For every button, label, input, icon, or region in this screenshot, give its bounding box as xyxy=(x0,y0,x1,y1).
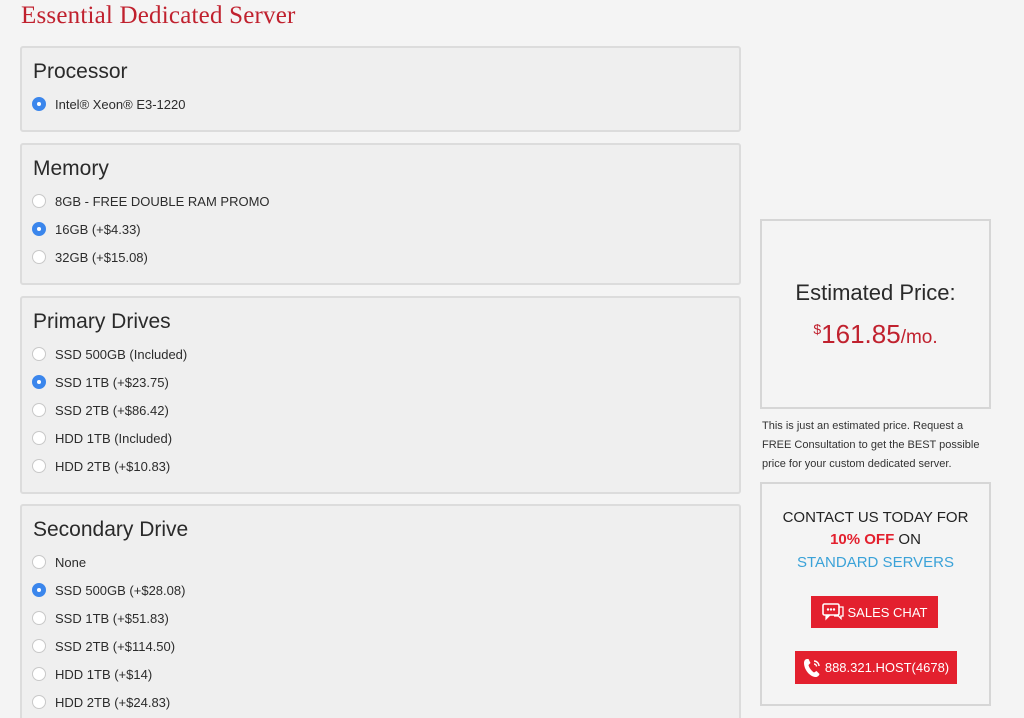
option-label: 16GB (+$4.33) xyxy=(55,221,141,237)
contact-line-1: CONTACT US TODAY FOR xyxy=(782,509,969,526)
chat-bubble-icon xyxy=(821,603,844,621)
option-label: HDD 1TB (Included) xyxy=(55,430,173,446)
memory-option[interactable]: 8GB - FREE DOUBLE RAM PROMO xyxy=(32,191,270,211)
secondary-drive-option[interactable]: None xyxy=(32,552,86,572)
primary-drives-section: Primary Drives SSD 500GB (Included) SSD … xyxy=(20,296,741,494)
primary-drives-title: Primary Drives xyxy=(33,310,171,333)
option-label: HDD 2TB (+$10.83) xyxy=(55,458,171,474)
option-label: HDD 1TB (+$14) xyxy=(55,666,153,682)
memory-option[interactable]: 16GB (+$4.33) xyxy=(32,219,141,239)
memory-title: Memory xyxy=(33,157,109,180)
radio-button[interactable] xyxy=(32,667,46,681)
radio-button[interactable] xyxy=(32,611,46,625)
sales-chat-button[interactable]: SALES CHAT xyxy=(811,596,938,628)
page-title: Essential Dedicated Server xyxy=(21,2,296,29)
radio-button[interactable] xyxy=(32,375,46,389)
phone-call-button[interactable]: 888.321.HOST(4678) xyxy=(795,651,957,684)
standard-servers-link[interactable]: STANDARD SERVERS xyxy=(762,554,989,571)
secondary-drive-option[interactable]: SSD 1TB (+$51.83) xyxy=(32,608,169,628)
secondary-drive-option[interactable]: HDD 1TB (+$14) xyxy=(32,664,152,684)
option-label: SSD 2TB (+$86.42) xyxy=(55,402,169,418)
estimated-price-label: Estimated Price: xyxy=(795,280,956,305)
option-label: SSD 1TB (+$51.83) xyxy=(55,610,169,626)
estimated-price-value: $161.85/mo. xyxy=(762,319,989,350)
memory-option[interactable]: 32GB (+$15.08) xyxy=(32,247,148,267)
primary-drive-option[interactable]: SSD 2TB (+$86.42) xyxy=(32,400,169,420)
price-period: /mo. xyxy=(900,327,938,348)
processor-option[interactable]: Intel® Xeon® E3-1220 xyxy=(32,94,185,114)
primary-drive-option[interactable]: SSD 1TB (+$23.75) xyxy=(32,372,169,392)
radio-button[interactable] xyxy=(32,194,46,208)
radio-button[interactable] xyxy=(32,639,46,653)
option-label: SSD 500GB (Included) xyxy=(55,346,188,362)
radio-button[interactable] xyxy=(32,222,46,236)
contact-promo-box: CONTACT US TODAY FOR 10% OFF ON STANDARD… xyxy=(760,482,991,706)
secondary-drive-option[interactable]: SSD 2TB (+$114.50) xyxy=(32,636,175,656)
radio-button[interactable] xyxy=(32,459,46,473)
option-label: 32GB (+$15.08) xyxy=(55,249,148,265)
secondary-drive-option[interactable]: HDD 2TB (+$24.83) xyxy=(32,692,170,712)
processor-title: Processor xyxy=(33,60,128,83)
option-label: SSD 2TB (+$114.50) xyxy=(55,638,176,654)
secondary-drive-option[interactable]: SSD 500GB (+$28.08) xyxy=(32,580,185,600)
primary-drive-option[interactable]: SSD 500GB (Included) xyxy=(32,344,187,364)
phone-icon xyxy=(803,658,820,677)
primary-drive-option[interactable]: HDD 2TB (+$10.83) xyxy=(32,456,170,476)
option-label: None xyxy=(55,554,87,570)
radio-button[interactable] xyxy=(32,431,46,445)
processor-section: Processor Intel® Xeon® E3-1220 xyxy=(20,46,741,132)
radio-button[interactable] xyxy=(32,403,46,417)
contact-line-2-rest: ON xyxy=(894,531,921,548)
sales-chat-label: SALES CHAT xyxy=(847,604,928,620)
option-label: HDD 2TB (+$24.83) xyxy=(55,694,171,710)
memory-section: Memory 8GB - FREE DOUBLE RAM PROMO 16GB … xyxy=(20,143,741,285)
radio-button[interactable] xyxy=(32,583,46,597)
contact-line-2: 10% OFF ON xyxy=(762,531,989,548)
radio-button[interactable] xyxy=(32,250,46,264)
phone-label: 888.321.HOST(4678) xyxy=(824,660,950,675)
option-label: Intel® Xeon® E3-1220 xyxy=(55,96,186,112)
radio-button[interactable] xyxy=(32,695,46,709)
radio-button[interactable] xyxy=(32,347,46,361)
option-label: SSD 1TB (+$23.75) xyxy=(55,374,169,390)
primary-drive-option[interactable]: HDD 1TB (Included) xyxy=(32,428,172,448)
price-amount: 161.85 xyxy=(821,319,901,349)
secondary-drive-section: Secondary Drive None SSD 500GB (+$28.08)… xyxy=(20,504,741,718)
secondary-drive-title: Secondary Drive xyxy=(33,518,189,541)
option-label: 8GB - FREE DOUBLE RAM PROMO xyxy=(55,193,270,209)
discount-highlight: 10% OFF xyxy=(830,531,895,548)
estimated-price-box: Estimated Price: $161.85/mo. xyxy=(760,219,991,409)
price-disclaimer: This is just an estimated price. Request… xyxy=(762,420,980,470)
radio-button[interactable] xyxy=(32,555,46,569)
price-currency: $ xyxy=(813,321,822,337)
option-label: SSD 500GB (+$28.08) xyxy=(55,582,186,598)
radio-button[interactable] xyxy=(32,97,46,111)
